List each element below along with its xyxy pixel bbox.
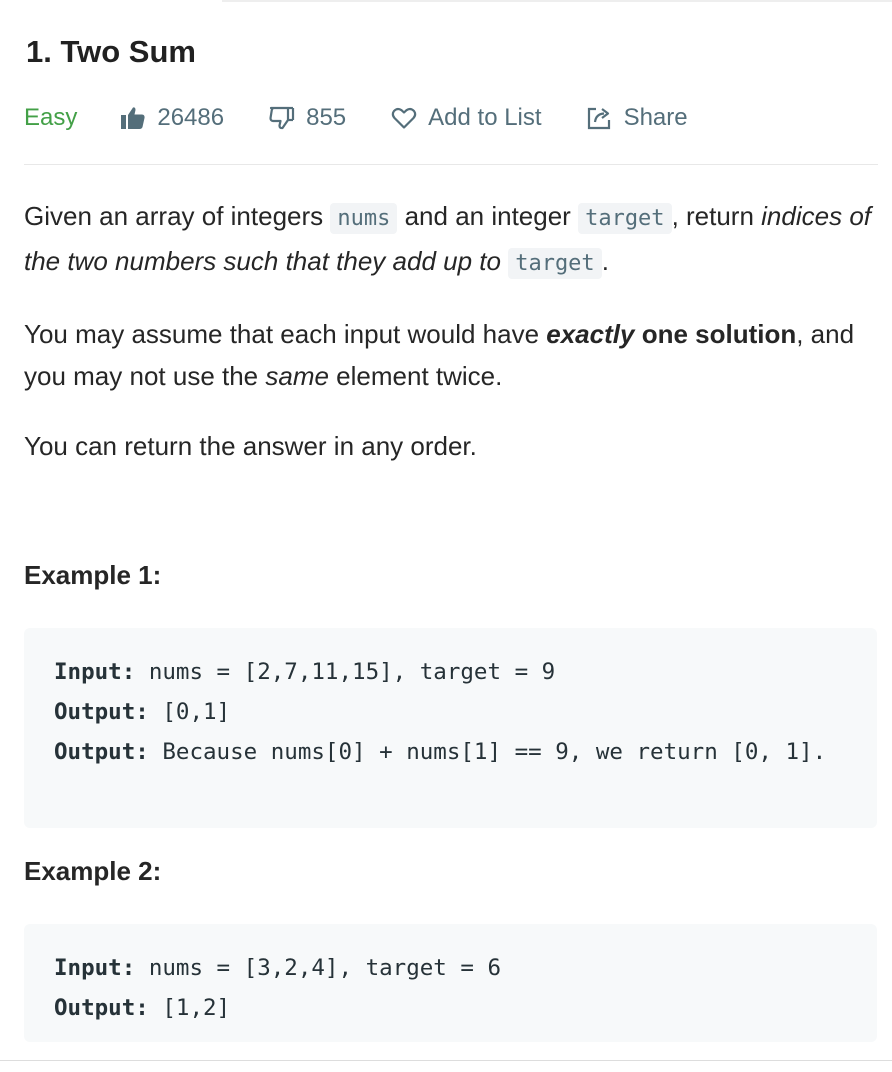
output-label: Output: xyxy=(54,699,149,725)
input-label: Input: xyxy=(54,955,136,981)
add-to-list-label: Add to List xyxy=(428,104,542,131)
text: and an integer xyxy=(397,201,579,231)
text: , return xyxy=(671,201,762,231)
output-value: [1,2] xyxy=(148,995,231,1021)
problem-title: 1. Two Sum xyxy=(26,34,196,69)
inline-code-target: target xyxy=(578,203,672,234)
inline-code-target: target xyxy=(508,248,602,279)
difficulty-badge: Easy xyxy=(24,104,78,131)
text: You may assume that each input would hav… xyxy=(24,319,547,349)
explanation-label: Output: xyxy=(54,739,149,765)
top-divider xyxy=(222,0,892,2)
like-count: 26486 xyxy=(157,104,225,131)
heart-icon xyxy=(391,107,417,129)
text: . xyxy=(601,246,609,276)
input-value: nums = [2,7,11,15], target = 9 xyxy=(135,659,556,685)
text: element twice. xyxy=(328,361,503,391)
like-button[interactable]: 26486 xyxy=(120,104,224,132)
bold-text: one solution xyxy=(641,319,797,349)
example-1-code-block: Input: nums = [2,7,11,15], target = 9 Ou… xyxy=(24,628,877,828)
example-2-code-block: Input: nums = [3,2,4], target = 6 Output… xyxy=(24,924,877,1042)
description-paragraph-3: You can return the answer in any order. xyxy=(24,431,477,461)
thumbs-up-icon xyxy=(121,107,145,129)
input-value: nums = [3,2,4], target = 6 xyxy=(135,955,502,981)
dislike-count: 855 xyxy=(306,104,347,131)
emphasis-text: same xyxy=(265,361,329,391)
header-divider xyxy=(24,164,878,165)
output-label: Output: xyxy=(54,995,149,1021)
description-paragraph-1: Given an array of integers nums and an i… xyxy=(24,195,879,285)
bold-italic-text: exactly xyxy=(546,319,635,349)
dislike-button[interactable]: 855 xyxy=(269,104,346,132)
text xyxy=(634,319,641,349)
thumbs-down-icon xyxy=(269,106,295,130)
example-2-title: Example 2: xyxy=(24,856,162,886)
description-paragraph-2: You may assume that each input would hav… xyxy=(24,313,879,397)
text: Given an array of integers xyxy=(24,201,331,231)
example-1-title: Example 1: xyxy=(24,560,162,590)
bold-text: exactly xyxy=(546,319,641,349)
share-icon xyxy=(587,107,610,130)
input-label: Input: xyxy=(54,659,136,685)
bottom-divider xyxy=(0,1060,892,1061)
output-value: [0,1] xyxy=(148,699,231,725)
explanation-value: Because nums[0] + nums[1] == 9, we retur… xyxy=(148,739,827,765)
add-to-list-button[interactable]: Add to List xyxy=(391,104,542,132)
problem-meta-bar: Easy 26486 855 Add to List Share xyxy=(24,99,688,137)
share-button[interactable]: Share xyxy=(587,104,688,132)
problem-description: Given an array of integers nums and an i… xyxy=(24,195,879,467)
inline-code-nums: nums xyxy=(330,203,398,234)
share-label: Share xyxy=(623,104,688,131)
